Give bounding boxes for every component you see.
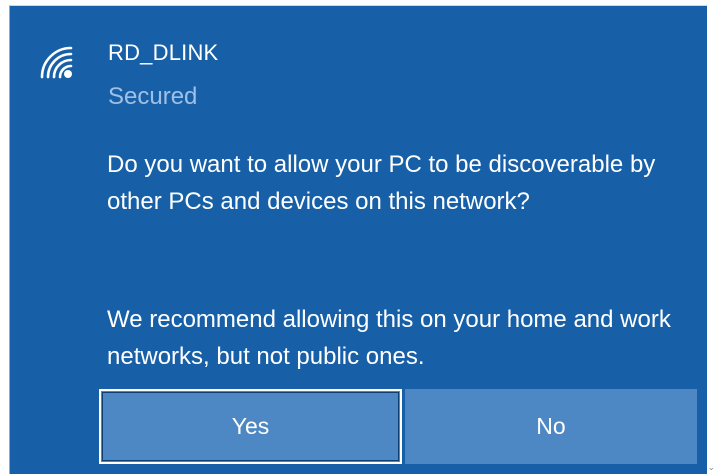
network-status: Secured: [108, 83, 198, 110]
discovery-question: Do you want to allow your PC to be disco…: [107, 151, 656, 215]
wifi-signal-icon: [40, 46, 73, 79]
discovery-recommendation: We recommend allowing this on your home …: [107, 306, 671, 370]
yes-button[interactable]: Yes: [99, 389, 402, 464]
network-name: RD_DLINK: [108, 40, 219, 65]
chevron-down-icon[interactable]: ⌄: [707, 462, 715, 472]
no-button[interactable]: No: [405, 389, 697, 464]
network-discovery-flyout: RD_DLINK Secured Do you want to allow yo…: [9, 5, 707, 474]
button-row: Yes No: [99, 389, 697, 464]
flyout-scrollbar[interactable]: ⌄: [707, 0, 716, 474]
